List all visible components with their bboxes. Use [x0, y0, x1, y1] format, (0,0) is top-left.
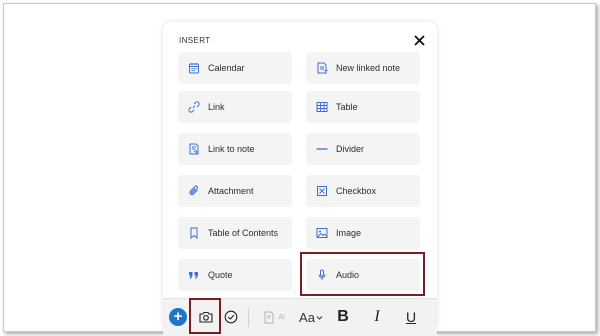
- close-icon: [413, 34, 425, 46]
- camera-button[interactable]: [195, 306, 217, 328]
- insert-item-label: Table: [336, 102, 358, 112]
- insert-link[interactable]: Link: [178, 91, 292, 123]
- ai-label: AI: [278, 313, 285, 321]
- microphone-icon: [316, 269, 328, 281]
- checklist-button[interactable]: [221, 306, 241, 328]
- insert-link-to-note[interactable]: Link to note: [178, 133, 292, 165]
- paperclip-icon: [188, 185, 200, 197]
- insert-table[interactable]: Table: [306, 91, 420, 123]
- bookmark-icon: [188, 227, 200, 239]
- underline-button[interactable]: U: [401, 306, 421, 328]
- insert-attachment[interactable]: Attachment: [178, 175, 292, 207]
- insert-item-label: Image: [336, 228, 362, 238]
- bold-label: B: [337, 308, 349, 325]
- insert-panel: INSERT Calendar New linked note Link Tab…: [163, 22, 437, 332]
- divider-icon: [316, 143, 328, 155]
- editor-toolbar: + AI Aa B I U: [163, 298, 437, 336]
- insert-image[interactable]: Image: [306, 217, 420, 249]
- image-icon: [316, 227, 328, 239]
- check-circle-icon: [224, 310, 238, 324]
- insert-quote[interactable]: Quote: [178, 259, 292, 291]
- insert-item-label: Quote: [208, 270, 233, 280]
- toolbar-divider: [248, 309, 249, 327]
- close-button[interactable]: [409, 30, 429, 50]
- panel-title: INSERT: [179, 36, 211, 45]
- link-to-note-icon: [188, 143, 200, 155]
- insert-item-label: New linked note: [336, 63, 401, 73]
- font-label: Aa: [299, 309, 315, 325]
- insert-checkbox[interactable]: Checkbox: [306, 175, 420, 207]
- insert-item-label: Table of Contents: [208, 228, 279, 238]
- quote-icon: [188, 269, 200, 281]
- insert-new-linked-note[interactable]: New linked note: [306, 52, 420, 84]
- plus-icon: +: [173, 308, 183, 325]
- ai-note-icon: [264, 311, 274, 323]
- insert-item-label: Checkbox: [336, 186, 377, 196]
- insert-table-of-contents[interactable]: Table of Contents: [178, 217, 292, 249]
- insert-item-label: Calendar: [208, 63, 245, 73]
- insert-item-label: Attachment: [208, 186, 254, 196]
- bold-button[interactable]: B: [333, 306, 353, 328]
- font-style-button[interactable]: Aa: [297, 306, 325, 328]
- calendar-icon: [188, 62, 200, 74]
- insert-divider[interactable]: Divider: [306, 133, 420, 165]
- add-button[interactable]: +: [169, 308, 187, 326]
- insert-item-label: Link to note: [208, 144, 255, 154]
- ai-button[interactable]: AI: [258, 306, 290, 328]
- insert-item-label: Link: [208, 102, 225, 112]
- italic-label: I: [374, 308, 380, 325]
- chevron-down-icon: [316, 315, 323, 320]
- checkbox-icon: [316, 185, 328, 197]
- link-icon: [188, 101, 200, 113]
- italic-button[interactable]: I: [367, 306, 387, 328]
- new-linked-note-icon: [316, 62, 328, 74]
- underline-label: U: [405, 309, 417, 325]
- insert-item-label: Divider: [336, 144, 365, 154]
- insert-calendar[interactable]: Calendar: [178, 52, 292, 84]
- insert-item-label: Audio: [336, 270, 360, 280]
- camera-icon: [199, 311, 213, 323]
- table-icon: [316, 101, 328, 113]
- insert-audio[interactable]: Audio: [306, 259, 420, 291]
